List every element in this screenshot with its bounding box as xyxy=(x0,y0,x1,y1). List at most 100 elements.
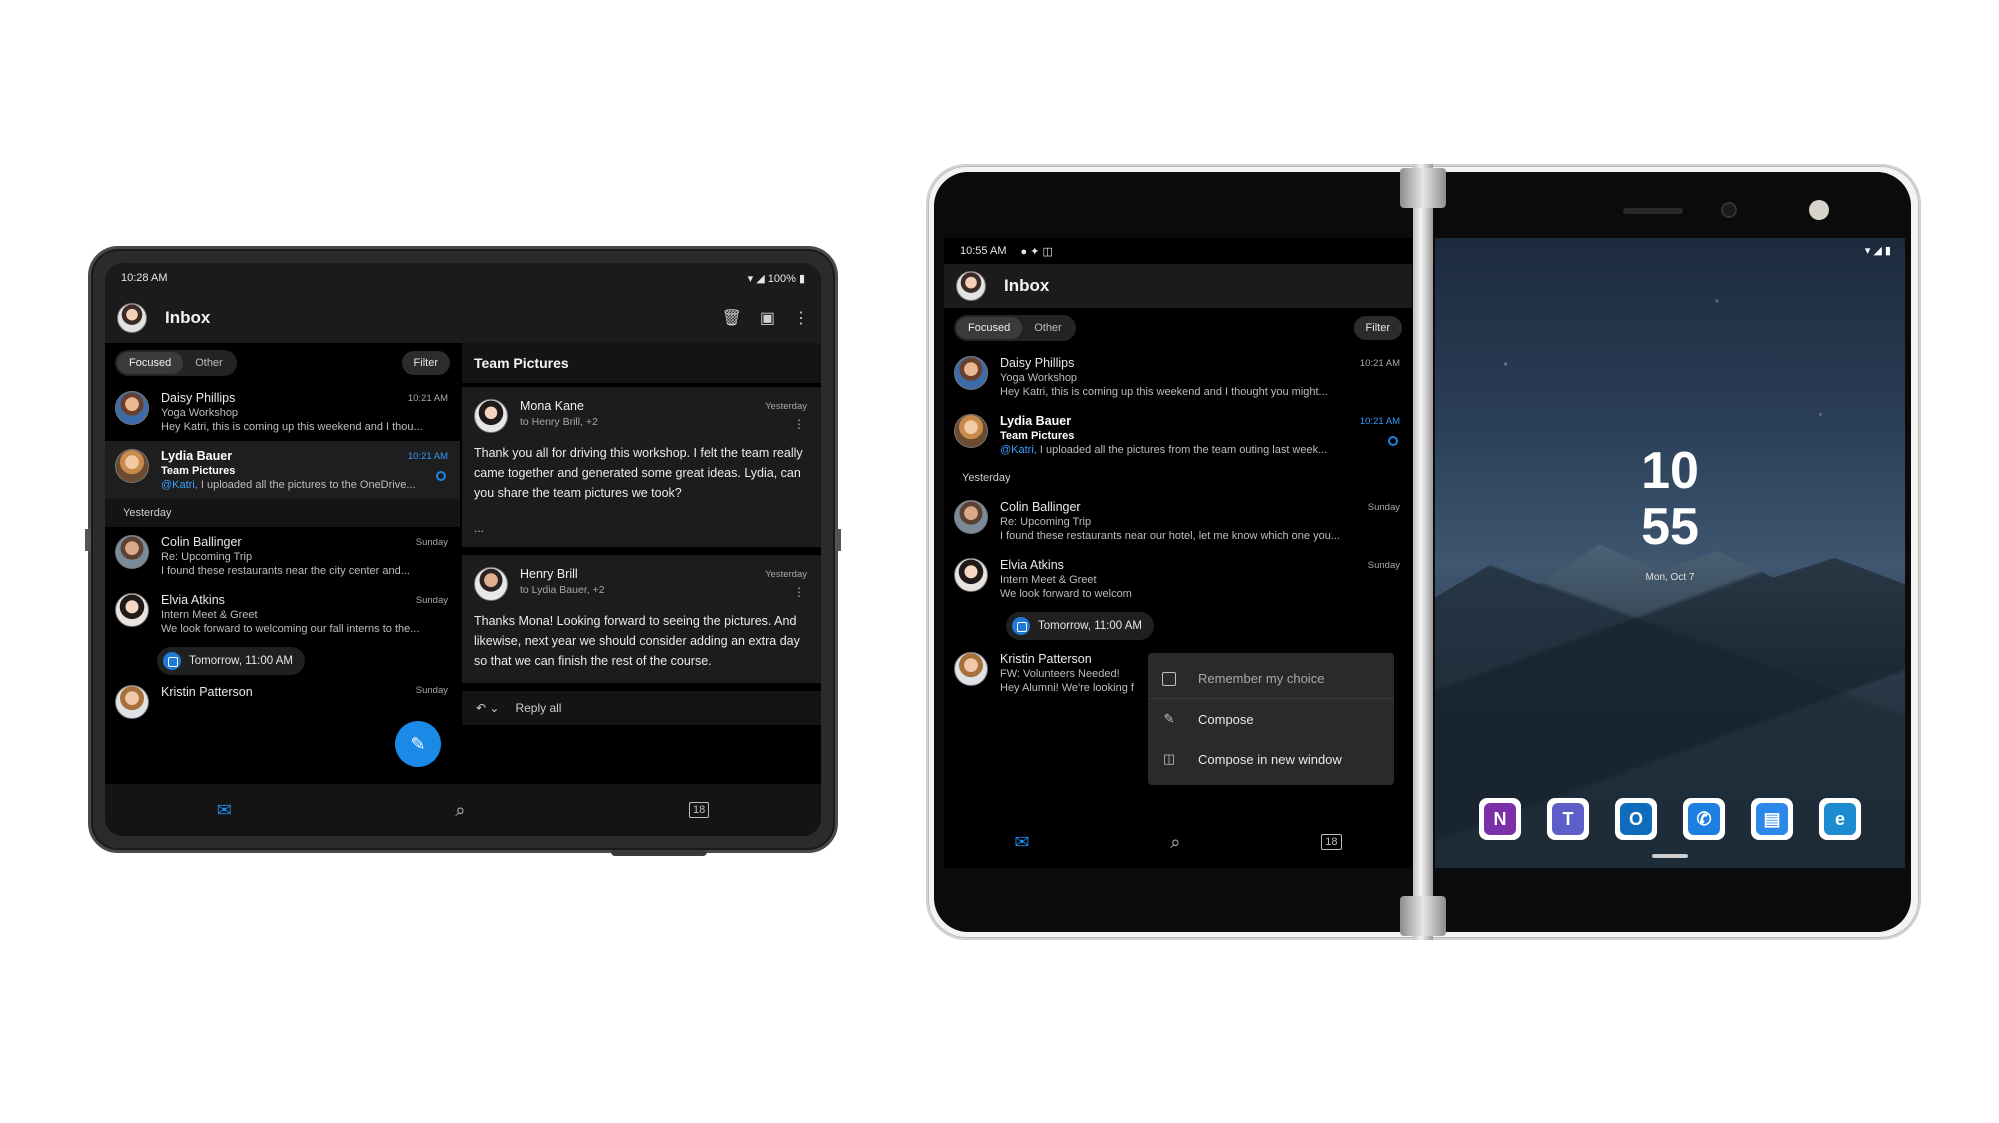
menu-item-label: Compose in new window xyxy=(1198,751,1342,767)
mail-preview: We look forward to welcoming our fall in… xyxy=(161,623,420,635)
account-avatar[interactable] xyxy=(117,303,147,333)
mail-subject: Intern Meet & Greet xyxy=(161,609,258,621)
account-avatar[interactable] xyxy=(956,271,986,301)
menu-item-compose-new-window[interactable]: ◫ Compose in new window xyxy=(1148,739,1394,779)
archive-icon[interactable]: ▣ xyxy=(760,308,775,328)
mail-item[interactable]: Colin Ballinger Re: Upcoming Trip I foun… xyxy=(105,527,460,585)
mail-icon[interactable]: ✉ xyxy=(1014,832,1029,853)
outlook-icon[interactable]: O xyxy=(1615,798,1657,840)
messages-icon[interactable]: ▤ xyxy=(1751,798,1793,840)
home-indicator[interactable] xyxy=(1652,854,1688,858)
mail-sender: Elvia Atkins xyxy=(161,593,225,607)
mail-item[interactable]: Daisy Phillips Yoga Workshop Hey Katri, … xyxy=(105,383,460,441)
status-bar: 10:28 AM ▾ ◢ 100% ▮ xyxy=(105,263,821,293)
mail-preview: We look forward to welcom xyxy=(1000,588,1132,600)
mail-item[interactable]: Lydia Bauer Team Pictures @Katri, I uplo… xyxy=(944,406,1412,464)
pivot-bar: Focused Other Filter xyxy=(105,343,460,383)
menu-item-compose[interactable]: ✎ Compose xyxy=(1148,699,1394,739)
reply-all-button[interactable]: Reply all xyxy=(515,701,561,715)
status-bar: 10:55 AM ● ✦ ◫ xyxy=(944,238,1412,264)
more-icon[interactable]: ⋮ xyxy=(793,585,805,599)
avatar xyxy=(954,500,988,534)
mail-preview: I found these restaurants near our hotel… xyxy=(1000,530,1340,542)
side-button xyxy=(835,529,841,551)
avatar xyxy=(474,567,508,601)
expand-quoted[interactable]: ... xyxy=(474,521,809,535)
clock-minute: 55 xyxy=(1641,498,1699,556)
compose-icon: ✎ xyxy=(410,733,426,754)
mail-sender: Kristin Patterson xyxy=(161,685,253,699)
checkbox-icon xyxy=(1162,671,1176,686)
mail-preview: @Katri, I uploaded all the pictures to t… xyxy=(161,479,416,491)
messages-icon-glyph: ▤ xyxy=(1756,803,1788,835)
mail-time: Sunday xyxy=(1367,502,1400,513)
more-icon[interactable]: ⋮ xyxy=(793,308,809,328)
mail-subject: Yoga Workshop xyxy=(161,407,239,419)
hinge xyxy=(1413,164,1433,940)
avatar xyxy=(115,391,149,425)
event-chip[interactable]: Tomorrow, 11:00 AM xyxy=(157,647,305,675)
lock-date: Mon, Oct 7 xyxy=(1645,572,1695,583)
avatar xyxy=(954,558,988,592)
teams-icon[interactable]: T xyxy=(1547,798,1589,840)
delete-icon[interactable]: 🗑 xyxy=(722,308,742,328)
mention: @Katri, xyxy=(161,479,198,491)
calendar-icon[interactable]: 18 xyxy=(1321,834,1342,850)
tab-other[interactable]: Other xyxy=(1022,317,1074,339)
mail-item[interactable]: Daisy Phillips Yoga Workshop Hey Katri, … xyxy=(944,348,1412,406)
event-chip[interactable]: Tomorrow, 11:00 AM xyxy=(1006,612,1154,640)
mail-icon[interactable]: ✉ xyxy=(217,800,232,821)
search-icon[interactable]: ⌕ xyxy=(1170,832,1180,853)
side-button xyxy=(85,529,91,551)
section-header: Yesterday xyxy=(105,499,460,527)
mail-item[interactable]: Kristin Patterson Sunday xyxy=(105,675,460,727)
more-icon[interactable]: ⋮ xyxy=(793,417,805,431)
edge-icon[interactable]: e xyxy=(1819,798,1861,840)
camera-icon xyxy=(1721,202,1737,218)
mail-subject: Team Pictures xyxy=(161,465,236,477)
reply-bar: ↶ ⌄ Reply all xyxy=(462,691,821,725)
lock-screen: ▾ ◢ ▮ 10 55 Mon, Oct 7 N T O ✆ ▤ e xyxy=(1435,238,1905,868)
compose-button[interactable]: ✎ xyxy=(395,721,441,767)
calendar-icon[interactable]: 18 xyxy=(688,802,710,818)
onenote-icon[interactable]: N xyxy=(1479,798,1521,840)
mail-item[interactable]: Colin Ballinger Re: Upcoming Trip I foun… xyxy=(944,492,1412,550)
search-icon[interactable]: ⌕ xyxy=(455,800,465,821)
mail-item[interactable]: Lydia Bauer Team Pictures @Katri, I uplo… xyxy=(105,441,460,499)
message-card[interactable]: Mona Kane to Henry Brill, +2 Yesterday ⋮… xyxy=(462,387,821,547)
menu-item-label: Compose xyxy=(1198,711,1254,727)
edge-icon-glyph: e xyxy=(1824,803,1856,835)
event-time: Tomorrow, 11:00 AM xyxy=(1038,620,1142,632)
status-icons: ▾ ◢ 100% ▮ xyxy=(747,272,805,285)
mail-preview: Hey Katri, this is coming up this weeken… xyxy=(1000,386,1328,398)
phone-icon[interactable]: ✆ xyxy=(1683,798,1725,840)
mail-time: 10:21 AM xyxy=(1359,358,1400,369)
new-window-icon: ◫ xyxy=(1162,751,1176,766)
message-time: Yesterday xyxy=(765,569,807,580)
compose-icon: ✎ xyxy=(1163,711,1175,726)
mail-item[interactable]: Elvia Atkins Intern Meet & Greet We look… xyxy=(944,550,1412,608)
tab-focused[interactable]: Focused xyxy=(117,352,184,374)
message-card[interactable]: Henry Brill to Lydia Bauer, +2 Yesterday… xyxy=(462,555,821,683)
hinge-cap xyxy=(1400,896,1446,936)
page-title: Inbox xyxy=(165,308,211,327)
dual-screen-device: 10:55 AM ● ✦ ◫ Inbox Focused Other Filte… xyxy=(926,164,1921,940)
avatar xyxy=(474,399,508,433)
clock-hour: 10 xyxy=(1641,442,1699,500)
foldable-device: 10:28 AM ▾ ◢ 100% ▮ Inbox 🗑 ▣ ⋮ Focused … xyxy=(85,246,841,856)
filter-button[interactable]: Filter xyxy=(401,351,450,375)
mention-icon xyxy=(1388,436,1398,446)
mail-subject: Team Pictures xyxy=(1000,430,1075,442)
page-title: Inbox xyxy=(1004,276,1050,295)
avatar xyxy=(954,356,988,390)
phone-icon-glyph: ✆ xyxy=(1688,803,1720,835)
tab-focused[interactable]: Focused xyxy=(956,317,1023,339)
reply-icon[interactable]: ↶ ⌄ xyxy=(476,701,499,715)
foldable-screen: 10:28 AM ▾ ◢ 100% ▮ Inbox 🗑 ▣ ⋮ Focused … xyxy=(105,263,821,836)
avatar xyxy=(954,652,988,686)
filter-button[interactable]: Filter xyxy=(1353,316,1402,340)
tab-other[interactable]: Other xyxy=(183,352,235,374)
mail-item[interactable]: Elvia Atkins Intern Meet & Greet We look… xyxy=(105,585,460,643)
remember-choice-checkbox[interactable]: Remember my choice xyxy=(1148,659,1394,699)
avatar xyxy=(115,535,149,569)
